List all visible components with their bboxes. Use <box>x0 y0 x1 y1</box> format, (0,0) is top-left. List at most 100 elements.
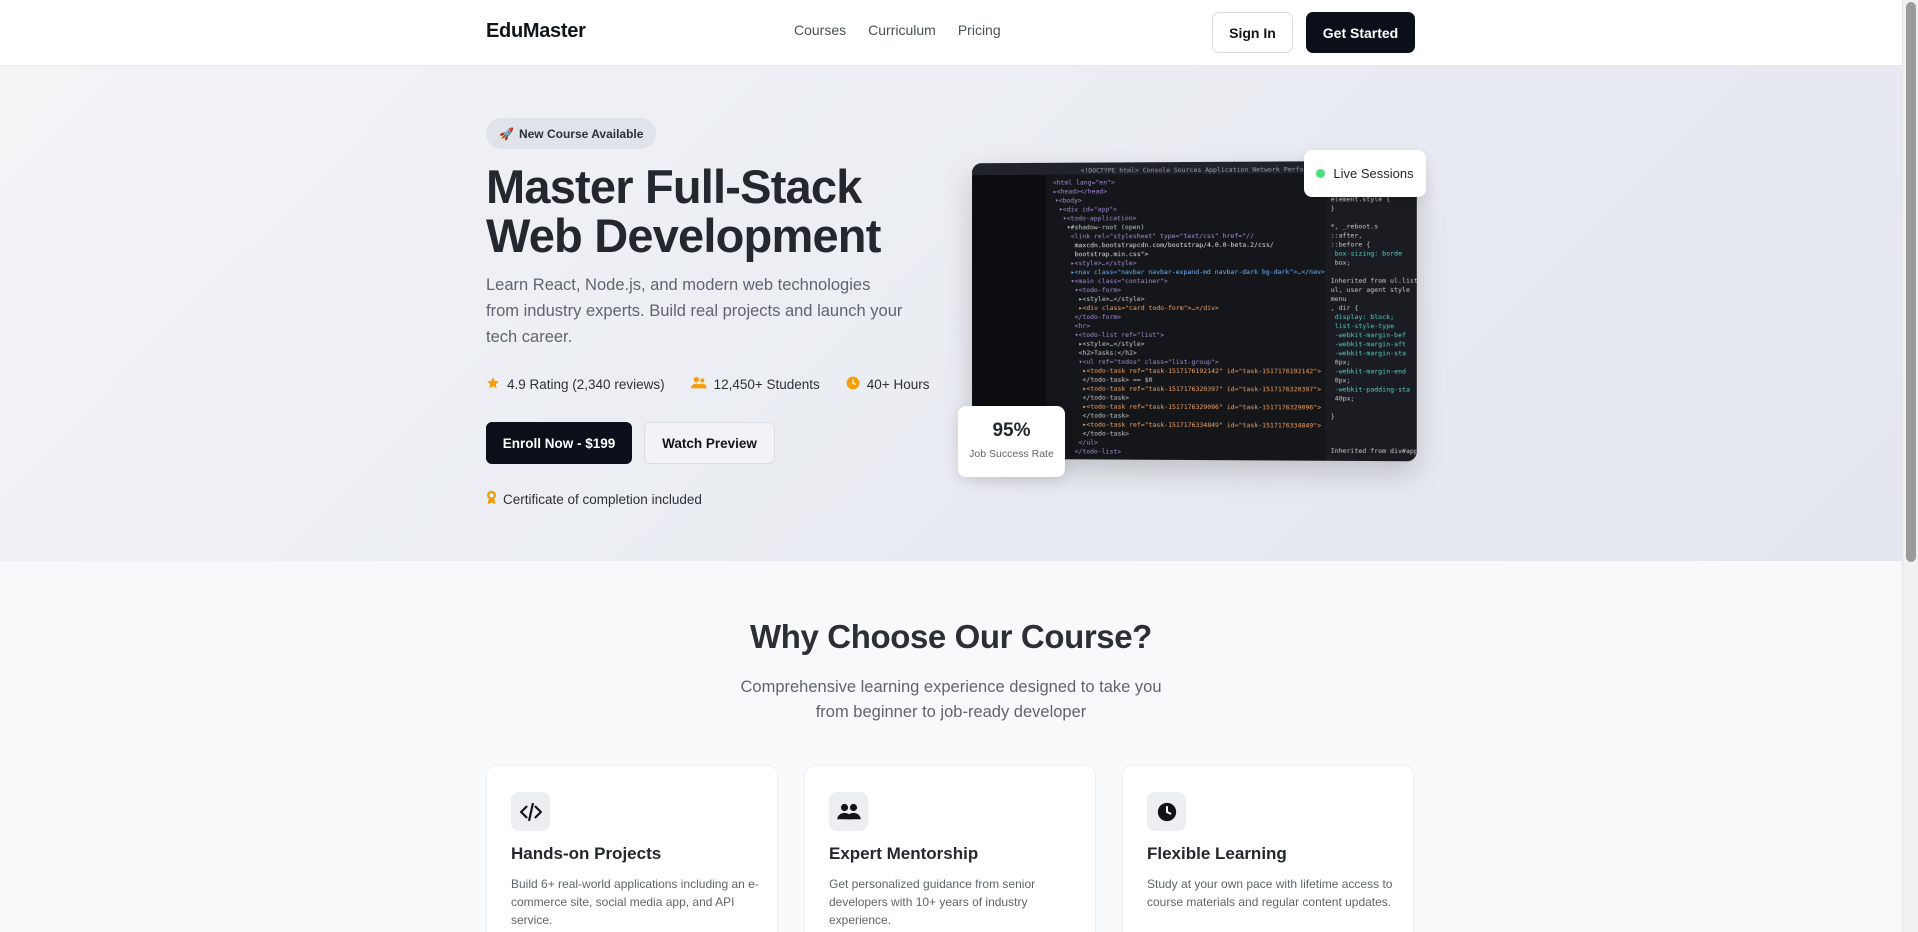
svg-text:-webkit-margin-end: -webkit-margin-end <box>1335 367 1406 375</box>
svg-text:ul, user agent style: ul, user agent style <box>1331 286 1410 294</box>
enroll-now-button[interactable]: Enroll Now - $199 <box>486 422 632 464</box>
hours-stat: 40+ Hours <box>846 376 930 393</box>
hero-title-line1: Master Full-Stack <box>486 160 862 213</box>
svg-text:</todo-form>: </todo-form> <box>1075 313 1122 321</box>
svg-text:bootstrap.min.css">: bootstrap.min.css"> <box>1075 250 1149 258</box>
svg-text:<h2>Tasks:</h2>: <h2>Tasks:</h2> <box>1079 349 1137 357</box>
job-success-card: 95% Job Success Rate <box>958 406 1065 477</box>
users-icon <box>829 792 868 831</box>
page-scrollbar[interactable] <box>1902 0 1918 932</box>
success-rate-value: 95% <box>992 420 1031 441</box>
svg-text:}: } <box>1331 413 1335 421</box>
svg-text:▾<ul ref="todos" class="list-g: ▾<ul ref="todos" class="list-group"> <box>1079 358 1219 366</box>
students-stat: 12,450+ Students <box>690 376 820 393</box>
svg-text:▸<todo-task ref="task-15171763: ▸<todo-task ref="task-1517176329096" id=… <box>1083 403 1322 412</box>
top-navbar: EduMaster Courses Curriculum Pricing Sig… <box>0 0 1902 66</box>
svg-text:▸<style>…</style>: ▸<style>…</style> <box>1071 259 1137 267</box>
rocket-icon: 🚀 <box>499 126 514 141</box>
svg-text:<link rel="stylesheet" type="t: <link rel="stylesheet" type="text/css" h… <box>1071 232 1254 241</box>
hero-section: 🚀 New Course Available Master Full-Stack… <box>0 66 1902 561</box>
live-sessions-label: Live Sessions <box>1333 166 1414 181</box>
svg-text:-webkit-margin-aft: -webkit-margin-aft <box>1335 340 1406 348</box>
feature-card-flexible: Flexible Learning Study at your own pace… <box>1122 765 1414 932</box>
svg-text:}: } <box>1331 204 1335 212</box>
hero-title: Master Full-Stack Web Development <box>486 162 956 260</box>
feature-card-mentorship: Expert Mentorship Get personalized guida… <box>804 765 1096 932</box>
svg-text:▾#shadow-root (open): ▾#shadow-root (open) <box>1067 223 1145 231</box>
star-icon <box>486 376 500 393</box>
svg-text:</todo-task>: </todo-task> <box>1083 394 1130 402</box>
sign-in-button[interactable]: Sign In <box>1212 12 1293 53</box>
svg-text:list-style-type: list-style-type <box>1335 322 1395 330</box>
clock-icon <box>846 376 860 393</box>
svg-text:::before {: ::before { <box>1331 240 1371 248</box>
code-icon <box>511 792 550 831</box>
svg-text:-webkit-padding-sta: -webkit-padding-sta <box>1335 385 1410 393</box>
svg-text:*, _reboot.s: *, _reboot.s <box>1331 222 1379 230</box>
hero-title-line2: Web Development <box>486 209 881 262</box>
svg-text:▸<nav class="navbar navbar-exp: ▸<nav class="navbar navbar-expand-md nav… <box>1071 268 1325 276</box>
svg-text:maxcdn.bootstrapcdn.com/bootst: maxcdn.bootstrapcdn.com/bootstrap/4.0.0-… <box>1075 241 1274 250</box>
students-text: 12,450+ Students <box>713 377 820 392</box>
scrollbar-thumb[interactable] <box>1906 2 1916 562</box>
new-course-badge: 🚀 New Course Available <box>486 118 657 149</box>
svg-text:▸<div class="card todo-form">…: ▸<div class="card todo-form">…</div> <box>1079 304 1219 312</box>
svg-text:</todo-task>: </todo-task> <box>1083 412 1130 420</box>
features-title: Why Choose Our Course? <box>750 618 1152 655</box>
feature-title: Flexible Learning <box>1147 844 1287 863</box>
svg-text:▾<todo-list ref="list">: ▾<todo-list ref="list"> <box>1075 331 1165 339</box>
svg-text:, dir {: , dir { <box>1331 304 1359 312</box>
feature-description: Get personalized guidance from senior de… <box>829 877 1036 927</box>
svg-text:▾<todo-application>: ▾<todo-application> <box>1063 214 1137 222</box>
svg-text:::after,: ::after, <box>1331 231 1363 239</box>
svg-text:</ul>: </ul> <box>1079 438 1098 446</box>
nav-link-pricing[interactable]: Pricing <box>958 22 1001 38</box>
award-icon <box>486 490 497 508</box>
get-started-button[interactable]: Get Started <box>1306 12 1415 53</box>
watch-preview-button[interactable]: Watch Preview <box>644 422 775 464</box>
svg-text:box;: box; <box>1335 259 1351 267</box>
feature-description: Build 6+ real-world applications includi… <box>511 877 759 927</box>
rating-text: 4.9 Rating (2,340 reviews) <box>507 377 665 392</box>
svg-text:</todo-task>: </todo-task> <box>1083 429 1130 437</box>
svg-text:▸<todo-task ref="task-15171761: ▸<todo-task ref="task-1517176192142" id=… <box>1083 367 1322 376</box>
svg-text:▾<body>: ▾<body> <box>1055 196 1082 204</box>
nav-links: Courses Curriculum Pricing <box>794 22 1001 38</box>
svg-text:<!DOCTYPE html> Console So: <!DOCTYPE html> Console Sources Applicat… <box>1081 165 1304 174</box>
svg-text:▾<main class="container">: ▾<main class="container"> <box>1071 277 1168 285</box>
brand-logo[interactable]: EduMaster <box>486 20 586 43</box>
hours-text: 40+ Hours <box>866 377 930 392</box>
svg-text:0px;: 0px; <box>1335 376 1351 384</box>
svg-text:▾<todo-form>: ▾<todo-form> <box>1075 286 1122 294</box>
rating-stat: 4.9 Rating (2,340 reviews) <box>486 376 665 393</box>
live-status-dot <box>1316 169 1326 178</box>
feature-title: Hands-on Projects <box>511 844 662 863</box>
svg-text:▸<style>…</style>: ▸<style>…</style> <box>1079 340 1145 348</box>
feature-title: Expert Mentorship <box>829 844 979 863</box>
svg-text:<html lang="en">: <html lang="en"> <box>1053 178 1115 186</box>
svg-text:Inherited from div#app: Inherited from div#app <box>1331 447 1417 456</box>
svg-text:▾<div id="app">: ▾<div id="app"> <box>1059 205 1117 213</box>
svg-text:▸<style>…</style>: ▸<style>…</style> <box>1079 295 1145 303</box>
svg-text:</todo-task> == $0: </todo-task> == $0 <box>1083 376 1153 384</box>
svg-text:Inherited from ul.list-: Inherited from ul.list- <box>1331 277 1417 285</box>
feature-card-projects: Hands-on Projects Build 6+ real-world ap… <box>486 765 778 932</box>
nav-link-curriculum[interactable]: Curriculum <box>868 22 936 38</box>
nav-link-courses[interactable]: Courses <box>794 22 846 38</box>
svg-text:▸<todo-task ref="task-15171763: ▸<todo-task ref="task-1517176320397" id=… <box>1083 385 1322 394</box>
svg-text:0px;: 0px; <box>1335 358 1351 366</box>
course-stats: 4.9 Rating (2,340 reviews) 12,450+ Stude… <box>486 376 929 393</box>
svg-text:40px;: 40px; <box>1335 394 1355 402</box>
svg-text:-webkit-margin-bef: -webkit-margin-bef <box>1335 331 1406 339</box>
svg-text:</todo-list>: </todo-list> <box>1075 447 1122 455</box>
live-sessions-card: Live Sessions <box>1304 150 1426 197</box>
badge-label: New Course Available <box>518 126 644 141</box>
svg-text:▸<head></head>: ▸<head></head> <box>1053 187 1107 195</box>
certificate-note: Certificate of completion included <box>486 490 702 508</box>
success-rate-label: Job Success Rate <box>969 448 1054 460</box>
users-icon <box>690 376 707 393</box>
clock-icon <box>1147 792 1186 831</box>
svg-text:display: block;: display: block; <box>1335 313 1394 321</box>
features-subtitle: Comprehensive learning experience design… <box>740 678 1162 721</box>
hero-subtitle: Learn React, Node.js, and modern web tec… <box>486 276 903 346</box>
